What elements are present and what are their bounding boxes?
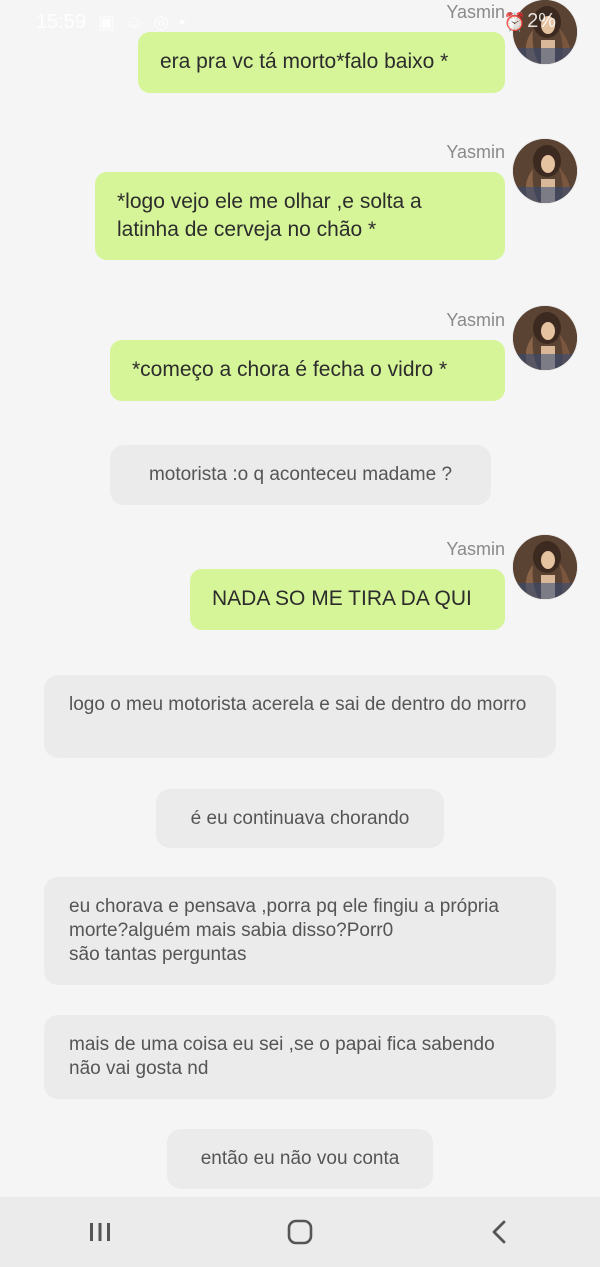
message-bubble[interactable]: NADA SO ME TIRA DA QUI	[190, 569, 505, 630]
sender-name: Yasmin	[446, 539, 505, 559]
avatar-image	[513, 535, 577, 599]
recent-apps-icon	[90, 1223, 110, 1241]
recent-apps-button[interactable]	[70, 1202, 130, 1262]
status-time: 15:59	[36, 11, 87, 33]
face-icon: ☺	[125, 12, 144, 32]
notification-icons: ▣ ☺ ◎ •	[98, 12, 185, 33]
narration-bubble[interactable]: logo o meu motorista acerela e sai de de…	[44, 675, 556, 758]
battery-level: 2%	[527, 10, 556, 32]
navigation-bar	[0, 1197, 600, 1267]
avatar[interactable]	[513, 139, 577, 203]
narration-bubble[interactable]: então eu não vou conta	[167, 1129, 433, 1189]
back-icon	[492, 1220, 506, 1244]
home-button[interactable]	[270, 1202, 330, 1262]
back-button[interactable]	[470, 1202, 530, 1262]
avatar[interactable]	[513, 535, 577, 599]
narration-bubble[interactable]: mais de uma coisa eu sei ,se o papai fic…	[44, 1015, 556, 1099]
narration-bubble[interactable]: motorista :o q aconteceu madame ?	[110, 445, 491, 505]
sender-name: Yasmin	[446, 142, 505, 162]
avatar-image	[513, 306, 577, 370]
status-bar: 15:59 ▣ ☺ ◎ • ⏰ 2%	[0, 0, 600, 44]
dot-icon: •	[179, 12, 186, 32]
alarm-icon: ⏰	[503, 12, 526, 32]
sender-name: Yasmin	[446, 310, 505, 330]
avatar-image	[513, 139, 577, 203]
image-icon: ▣	[98, 12, 116, 32]
message-bubble[interactable]: *começo a chora é fecha o vidro *	[110, 340, 505, 401]
instagram-icon: ◎	[153, 12, 170, 32]
narration-bubble[interactable]: eu chorava e pensava ,porra pq ele fingi…	[44, 877, 556, 985]
message-bubble[interactable]: *logo vejo ele me olhar ,e solta a latin…	[95, 172, 505, 260]
avatar[interactable]	[513, 306, 577, 370]
home-icon	[287, 1219, 313, 1245]
narration-bubble[interactable]: é eu continuava chorando	[156, 789, 444, 848]
